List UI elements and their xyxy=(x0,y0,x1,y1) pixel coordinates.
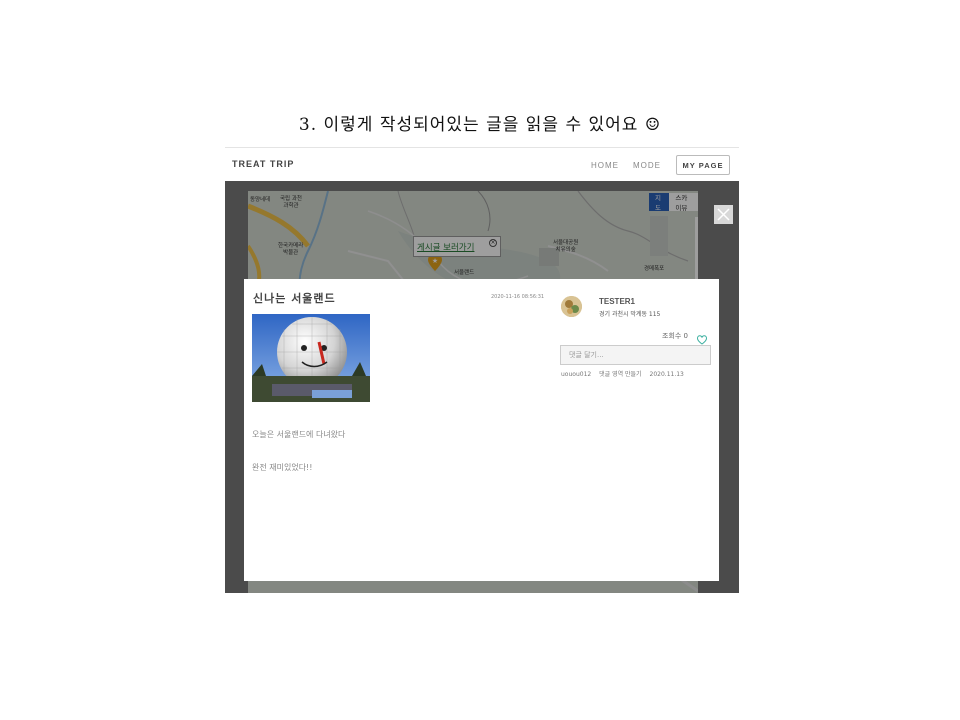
comment-date: 2020.11.13 xyxy=(649,371,684,378)
map-post-popup[interactable]: 게시글 보러가기 × xyxy=(413,236,501,257)
post-body-line2: 완전 재미있었다!! xyxy=(252,463,313,472)
map-area: 동양네데 국립 과천 과학관 한국카메라 박물관 서울대공원 치유의숲 경메폭포… xyxy=(225,181,739,593)
heart-icon[interactable] xyxy=(696,330,708,345)
map-type-map-button[interactable]: 지도 xyxy=(649,193,670,212)
navbar: TREAT TRIP HOME MODE MY PAGE xyxy=(225,147,739,181)
zoom-in-button[interactable]: + xyxy=(695,217,699,233)
map-label-waterfall: 경메폭포 xyxy=(644,266,665,272)
nav-home-link[interactable]: HOME xyxy=(591,161,619,170)
post-title: 신나는 서울랜드 xyxy=(253,292,336,305)
avatar[interactable] xyxy=(561,296,582,317)
view-count: 조회수 0 xyxy=(662,332,688,340)
map-label-camera-museum: 한국카메라 박물관 xyxy=(278,243,304,256)
nav-mode-link[interactable]: MODE xyxy=(633,161,661,170)
comment-text: 댓글 영역 만들기 xyxy=(599,371,642,378)
map-type-skyview-button[interactable]: 스카이뷰 xyxy=(669,193,698,212)
close-icon[interactable] xyxy=(714,205,733,224)
svg-text:★: ★ xyxy=(432,257,438,265)
post-modal: 신나는 서울랜드 2020-11-16 08:56:31 오늘은 서울랜드에 다… xyxy=(244,279,719,581)
post-date: 2020-11-16 08:56:31 xyxy=(491,294,545,300)
app-window: TREAT TRIP HOME MODE MY PAGE 동양네데 국립 과천 … xyxy=(225,147,739,593)
map-label-top: 동양네데 xyxy=(250,197,271,203)
post-body-line1: 오늘은 서울랜드에 다녀왔다 xyxy=(252,430,346,439)
map-label-science-museum: 국립 과천 과학관 xyxy=(280,196,302,209)
comment-user[interactable]: uouou012 xyxy=(561,371,591,378)
page-caption: 3. 이렇게 작성되어있는 글을 읽을 수 있어요 ☺ xyxy=(298,115,662,135)
comment-input[interactable] xyxy=(560,345,711,365)
post-photo xyxy=(252,314,370,402)
author-name[interactable]: TESTER1 xyxy=(599,297,635,306)
my-page-button[interactable]: MY PAGE xyxy=(676,155,730,175)
popup-close-icon[interactable]: × xyxy=(489,239,497,247)
view-post-link[interactable]: 게시글 보러가기 xyxy=(417,243,474,253)
map-label-seoulland: 서울랜드 xyxy=(454,270,475,276)
map-type-toggle: 지도 스카이뷰 xyxy=(649,193,698,212)
brand-logo[interactable]: TREAT TRIP xyxy=(232,159,294,169)
map-label-park: 서울대공원 치유의숲 xyxy=(553,240,579,253)
comment-item: uouou012 댓글 영역 만들기 2020.11.13 xyxy=(561,369,690,378)
author-location: 경기 과천시 막계동 115 xyxy=(599,311,661,318)
